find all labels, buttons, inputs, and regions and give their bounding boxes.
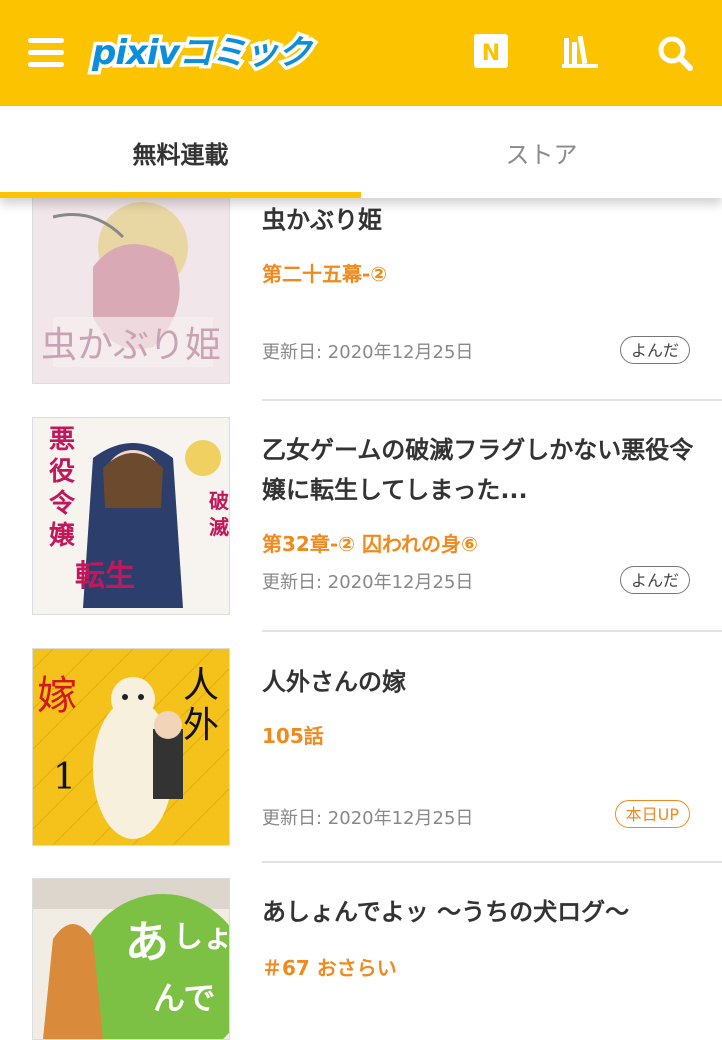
tab-free-serial[interactable]: 無料連載 bbox=[0, 106, 361, 198]
svg-text:しょ: しょ bbox=[173, 920, 229, 955]
comic-title[interactable]: 人外さんの嫁 bbox=[262, 662, 702, 702]
svg-text:あ: あ bbox=[125, 917, 169, 968]
episode-label[interactable]: 105話 bbox=[262, 720, 324, 749]
active-tab-indicator bbox=[0, 192, 361, 198]
read-badge[interactable]: よんだ bbox=[619, 336, 690, 364]
cover-thumbnail[interactable]: 虫かぶり姫 bbox=[32, 196, 230, 384]
svg-text:人: 人 bbox=[183, 665, 219, 706]
svg-text:嫁: 嫁 bbox=[37, 673, 77, 719]
update-date: 更新日: 2020年12月25日 bbox=[262, 572, 474, 593]
svg-text:悪: 悪 bbox=[49, 425, 75, 455]
svg-text:N: N bbox=[482, 41, 500, 66]
cover-thumbnail[interactable]: 嫁 人 外 1 bbox=[32, 648, 230, 846]
svg-text:滅: 滅 bbox=[209, 515, 229, 539]
episode-label[interactable]: ＃67 おさらい bbox=[262, 952, 397, 981]
search-icon[interactable] bbox=[654, 30, 698, 74]
svg-text:1: 1 bbox=[53, 757, 76, 798]
bookshelf-icon[interactable] bbox=[560, 30, 604, 74]
pixiv-comic-logo[interactable]: pixivコミック pixivコミック bbox=[89, 30, 338, 77]
news-icon[interactable]: N bbox=[472, 30, 516, 74]
svg-text:役: 役 bbox=[49, 457, 75, 487]
episode-label[interactable]: 第32章-② 囚われの身⑥ bbox=[262, 528, 478, 557]
svg-text:嬢: 嬢 bbox=[49, 521, 76, 551]
read-badge[interactable]: よんだ bbox=[619, 566, 690, 594]
list-item[interactable]: あ しょ んで あしょんでよッ 〜うちの犬ログ〜 ＃67 おさらい bbox=[0, 862, 722, 1040]
svg-text:破: 破 bbox=[209, 489, 229, 513]
update-date: 更新日: 2020年12月25日 bbox=[262, 342, 474, 363]
episode-label[interactable]: 第二十五幕-② bbox=[262, 258, 387, 287]
comic-title[interactable]: あしょんでよッ 〜うちの犬ログ〜 bbox=[262, 892, 702, 932]
list-item[interactable]: 悪 役 令 嬢 転生 破 滅 乙女ゲームの破滅フラグしかない悪役令嬢に転生してし… bbox=[0, 400, 722, 632]
comic-title[interactable]: 虫かぶり姫 bbox=[262, 200, 702, 240]
svg-text:転生: 転生 bbox=[75, 559, 135, 594]
app-header: pixivコミック pixivコミック N bbox=[0, 0, 722, 106]
logo-text: pixivコミック bbox=[92, 33, 312, 73]
list-item[interactable]: 嫁 人 外 1 人外さんの嫁 105話 更新日: 2020年12月25日 本日U… bbox=[0, 632, 722, 863]
cover-thumbnail[interactable]: 悪 役 令 嬢 転生 破 滅 bbox=[32, 417, 230, 615]
comic-title[interactable]: 乙女ゲームの破滅フラグしかない悪役令嬢に転生してしまった... bbox=[262, 430, 702, 510]
tab-store[interactable]: ストア bbox=[361, 106, 722, 198]
svg-text:んで: んで bbox=[153, 979, 215, 1017]
svg-text:外: 外 bbox=[183, 705, 219, 746]
update-date: 更新日: 2020年12月25日 bbox=[262, 808, 474, 829]
cover-thumbnail[interactable]: あ しょ んで bbox=[32, 878, 230, 1040]
tab-bar: 無料連載 ストア bbox=[0, 106, 722, 198]
svg-text:令: 令 bbox=[49, 488, 76, 519]
svg-text:虫かぶり姫: 虫かぶり姫 bbox=[41, 325, 221, 366]
new-today-badge[interactable]: 本日UP bbox=[614, 800, 690, 828]
menu-icon[interactable] bbox=[28, 38, 64, 68]
